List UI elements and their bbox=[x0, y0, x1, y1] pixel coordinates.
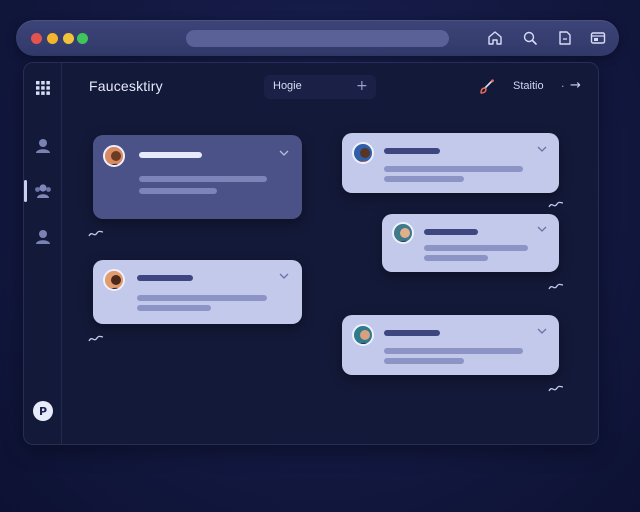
message-card[interactable] bbox=[382, 214, 559, 272]
message-text-placeholder bbox=[384, 166, 523, 172]
chevron-down-icon[interactable] bbox=[537, 327, 547, 335]
message-text-placeholder bbox=[137, 305, 211, 311]
typing-squiggle-icon bbox=[548, 283, 564, 290]
message-text-placeholder bbox=[139, 176, 267, 182]
message-text-placeholder bbox=[139, 188, 217, 194]
status-label[interactable]: Staitio bbox=[513, 80, 544, 92]
message-text-placeholder bbox=[137, 295, 267, 301]
avatar bbox=[103, 269, 125, 291]
avatar bbox=[352, 324, 374, 346]
avatar-face-icon bbox=[354, 326, 372, 344]
address-bar[interactable] bbox=[186, 30, 449, 47]
account-badge[interactable]: P bbox=[33, 401, 53, 421]
typing-squiggle-icon bbox=[88, 230, 104, 237]
chevron-down-icon[interactable] bbox=[537, 145, 547, 153]
sidebar: P bbox=[24, 63, 62, 444]
avatar-face-icon bbox=[394, 224, 412, 242]
message-text-placeholder bbox=[384, 176, 464, 182]
brush-icon[interactable] bbox=[478, 78, 496, 96]
sidebar-active-indicator bbox=[24, 180, 27, 202]
avatar-face-icon bbox=[105, 271, 123, 289]
message-card[interactable] bbox=[93, 135, 302, 219]
message-text-placeholder bbox=[384, 358, 464, 364]
fullscreen-window-dot[interactable] bbox=[77, 33, 88, 44]
sidebar-item-user-icon[interactable] bbox=[33, 136, 53, 156]
sidebar-item-group-icon[interactable] bbox=[33, 181, 53, 201]
home-icon[interactable] bbox=[486, 29, 504, 47]
avatar-face-icon bbox=[105, 147, 123, 165]
tab-hogie[interactable]: Hogie + bbox=[264, 75, 376, 99]
message-card[interactable] bbox=[342, 133, 559, 193]
grid-menu-icon[interactable] bbox=[34, 79, 52, 97]
minimize-window-dot[interactable] bbox=[47, 33, 58, 44]
add-tab-button[interactable]: + bbox=[356, 78, 368, 94]
avatar bbox=[352, 142, 374, 164]
chevron-down-icon[interactable] bbox=[279, 272, 289, 280]
message-sender-placeholder bbox=[137, 275, 193, 281]
message-text-placeholder bbox=[424, 255, 488, 261]
message-sender-placeholder bbox=[139, 152, 202, 158]
typing-squiggle-icon bbox=[548, 201, 564, 208]
sidebar-item-profile-icon[interactable] bbox=[33, 227, 53, 247]
message-text-placeholder bbox=[424, 245, 528, 251]
typing-squiggle-icon bbox=[548, 385, 564, 392]
forward-arrow-icon[interactable]: → bbox=[570, 78, 581, 93]
message-sender-placeholder bbox=[384, 148, 440, 154]
bookmark-icon[interactable] bbox=[556, 29, 574, 47]
tab-label: Hogie bbox=[273, 80, 302, 92]
typing-squiggle-icon bbox=[88, 335, 104, 342]
avatar bbox=[103, 145, 125, 167]
status-separator: · bbox=[561, 80, 565, 93]
chevron-down-icon[interactable] bbox=[279, 149, 289, 157]
main-panel: P Faucesktiry Hogie + Staitio · → bbox=[23, 62, 599, 445]
chevron-down-icon[interactable] bbox=[537, 225, 547, 233]
close-window-dot[interactable] bbox=[31, 33, 42, 44]
search-icon[interactable] bbox=[521, 29, 539, 47]
message-text-placeholder bbox=[384, 348, 523, 354]
window-icon[interactable] bbox=[589, 29, 607, 47]
maximize-window-dot[interactable] bbox=[63, 33, 74, 44]
message-card[interactable] bbox=[93, 260, 302, 324]
message-sender-placeholder bbox=[384, 330, 440, 336]
browser-toolbar bbox=[16, 20, 619, 56]
avatar-face-icon bbox=[354, 144, 372, 162]
avatar bbox=[392, 222, 414, 244]
message-card[interactable] bbox=[342, 315, 559, 375]
message-sender-placeholder bbox=[424, 229, 478, 235]
app-title: Faucesktiry bbox=[89, 78, 163, 94]
